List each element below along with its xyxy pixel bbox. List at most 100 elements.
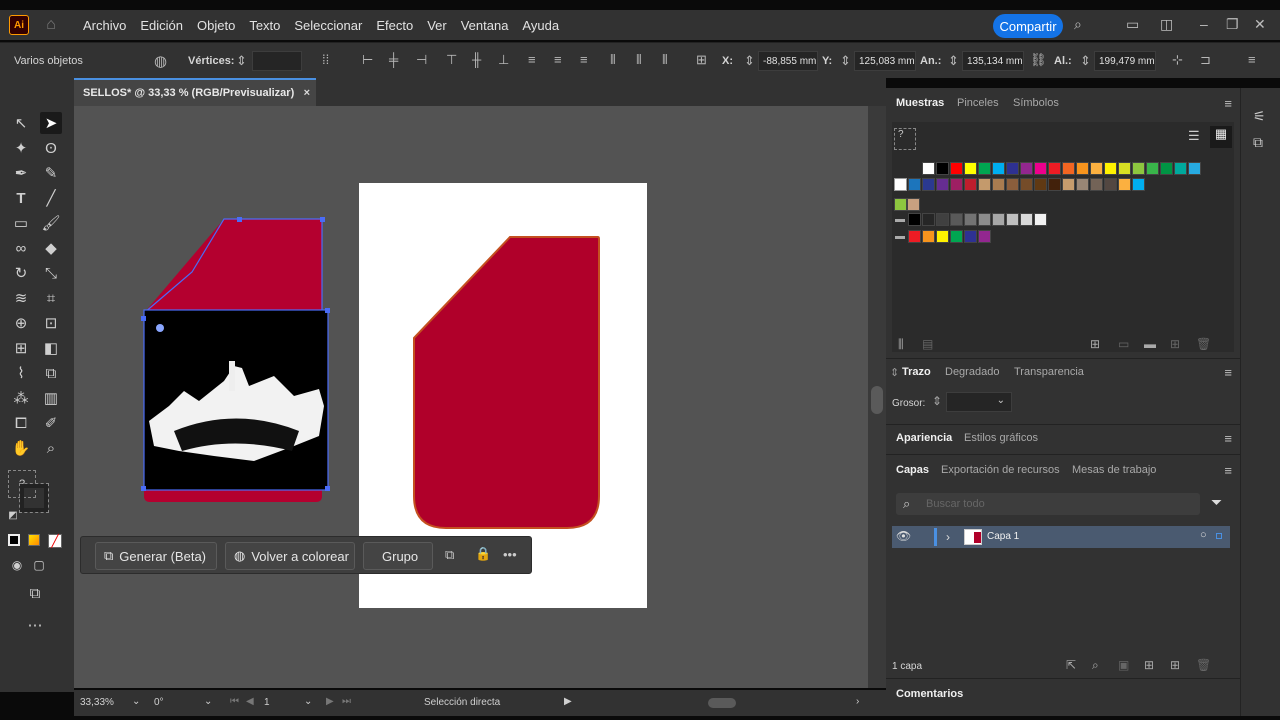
width-field[interactable]: 135,134 mm: [962, 51, 1024, 71]
stroke-weight-dropdown-icon[interactable]: ⌄: [997, 395, 1005, 406]
color-swatch[interactable]: [1020, 178, 1033, 191]
align-left-icon[interactable]: ⊢: [362, 52, 373, 68]
libraries-icon[interactable]: ⧉: [1253, 134, 1263, 151]
edit-toolbar-icon[interactable]: ⋯: [24, 614, 46, 636]
color-swatch[interactable]: [1076, 178, 1089, 191]
color-swatch[interactable]: [1034, 162, 1047, 175]
delete-swatch-icon[interactable]: 🗑: [1196, 337, 1211, 351]
distribute-top-icon[interactable]: ≡: [528, 52, 536, 67]
anchor-point[interactable]: [237, 217, 242, 222]
control-menu-icon[interactable]: ≡: [1248, 52, 1256, 67]
rectangle-tool-icon[interactable]: ▭: [10, 212, 32, 234]
color-swatch[interactable]: [1160, 162, 1173, 175]
stroke-swatch[interactable]: [19, 483, 49, 513]
color-swatch[interactable]: [922, 178, 935, 191]
zoom-level[interactable]: 33,33%: [80, 697, 114, 708]
gradient-tool-icon[interactable]: ◧: [40, 337, 62, 359]
search-icon[interactable]: ⌕: [1074, 16, 1082, 33]
new-group-icon[interactable]: ▬: [1144, 337, 1156, 351]
color-swatch[interactable]: [964, 230, 977, 243]
color-group-icon[interactable]: ▭: [1118, 337, 1129, 351]
scroll-thumb[interactable]: [871, 386, 883, 414]
color-swatch[interactable]: [964, 162, 977, 175]
color-swatch[interactable]: [1034, 178, 1047, 191]
color-swatch[interactable]: [1174, 162, 1187, 175]
recolor-icon[interactable]: ◍: [154, 52, 167, 70]
color-swatch[interactable]: [1118, 162, 1131, 175]
prev-artboard-icon[interactable]: ◀: [246, 696, 254, 707]
align-center-icon[interactable]: ╪: [389, 52, 398, 67]
height-field[interactable]: 199,479 mm: [1094, 51, 1156, 71]
tab-comments[interactable]: Comentarios: [896, 688, 963, 700]
layers-menu-icon[interactable]: ≡: [1224, 463, 1232, 478]
color-swatch[interactable]: [1118, 178, 1131, 191]
zoom-tool-icon[interactable]: ⌕: [40, 437, 62, 459]
stroke-weight-field[interactable]: ⌄: [946, 392, 1012, 412]
color-swatch[interactable]: [1020, 162, 1033, 175]
vertical-scrollbar[interactable]: [868, 106, 886, 688]
scroll-right-icon[interactable]: ›: [856, 696, 859, 707]
stepper-icon[interactable]: ⇕: [236, 53, 247, 69]
align-bottom-icon[interactable]: ⊥: [498, 52, 509, 68]
color-swatch[interactable]: [1062, 178, 1075, 191]
visibility-eye-icon[interactable]: 👁: [896, 529, 911, 543]
menu-ver[interactable]: Ver: [427, 18, 447, 33]
pen-tool-icon[interactable]: ✒: [10, 162, 32, 184]
horizontal-scrollbar[interactable]: [584, 698, 860, 708]
menu-ventana[interactable]: Ventana: [461, 18, 509, 33]
arrange-icon[interactable]: ⧉: [445, 547, 454, 563]
color-swatch[interactable]: [978, 230, 991, 243]
color-swatch[interactable]: [1104, 178, 1117, 191]
align-middle-icon[interactable]: ╫: [472, 52, 481, 67]
lasso-tool-icon[interactable]: ʘ: [40, 137, 62, 159]
color-swatch[interactable]: [950, 178, 963, 191]
color-swatch[interactable]: [922, 162, 935, 175]
home-icon[interactable]: ⌂: [41, 15, 61, 35]
color-swatch[interactable]: [1076, 162, 1089, 175]
transform-icon[interactable]: ⊹: [1172, 52, 1183, 68]
h-scroll-thumb[interactable]: [708, 698, 736, 708]
scale-tool-icon[interactable]: ⤡: [40, 262, 62, 284]
layer-row[interactable]: 👁 › Capa 1 ○: [892, 526, 1230, 548]
anchor-point[interactable]: [320, 217, 325, 222]
shaper-tool-icon[interactable]: ∞: [10, 237, 32, 259]
delete-layer-icon[interactable]: 🗑: [1196, 658, 1211, 672]
graph-tool-icon[interactable]: ▥: [40, 387, 62, 409]
color-swatch[interactable]: [1034, 213, 1047, 226]
distribute-center-icon[interactable]: ⦀: [636, 52, 642, 68]
color-swatch[interactable]: [964, 213, 977, 226]
anchor-point[interactable]: [325, 308, 330, 313]
color-swatch[interactable]: [1146, 162, 1159, 175]
pattern-swatch[interactable]: [907, 198, 920, 211]
isolate-icon[interactable]: ⊐: [1200, 52, 1211, 68]
selection-indicator[interactable]: [1216, 533, 1222, 539]
x-field[interactable]: -88,855 mm: [758, 51, 818, 71]
clipping-mask-icon[interactable]: ▣: [1118, 658, 1129, 672]
color-swatch[interactable]: [1006, 213, 1019, 226]
show-swatch-kinds-icon[interactable]: ▤: [922, 337, 933, 351]
rotate-tool-icon[interactable]: ↻: [10, 262, 32, 284]
color-swatch[interactable]: [936, 178, 949, 191]
rotation-angle[interactable]: 0°: [154, 697, 164, 708]
anchor-point[interactable]: [141, 486, 146, 491]
tab-appearance[interactable]: Apariencia: [896, 432, 952, 444]
color-swatch[interactable]: [978, 213, 991, 226]
change-screen-mode-icon[interactable]: ⧉: [24, 582, 46, 604]
color-swatch[interactable]: [992, 213, 1005, 226]
menu-seleccionar[interactable]: Seleccionar: [294, 18, 362, 33]
target-circle-icon[interactable]: ○: [1200, 529, 1207, 541]
color-swatch[interactable]: [1006, 162, 1019, 175]
color-swatch[interactable]: [978, 162, 991, 175]
distribute-bottom-icon[interactable]: ≡: [580, 52, 588, 67]
default-colors-icon[interactable]: ◩: [2, 504, 24, 526]
tab-layers[interactable]: Capas: [896, 464, 929, 476]
color-swatch[interactable]: [1132, 178, 1145, 191]
color-swatch[interactable]: [908, 178, 921, 191]
arrange-documents-icon[interactable]: ▭: [1126, 16, 1139, 33]
symbol-sprayer-tool-icon[interactable]: ⁂: [10, 387, 32, 409]
menu-ayuda[interactable]: Ayuda: [522, 18, 559, 33]
rotation-dropdown-icon[interactable]: ⌄: [204, 696, 212, 707]
close-window-icon[interactable]: ✕: [1254, 16, 1266, 33]
tab-gradient[interactable]: Degradado: [945, 366, 999, 378]
free-transform-tool-icon[interactable]: ⌗: [40, 287, 62, 309]
